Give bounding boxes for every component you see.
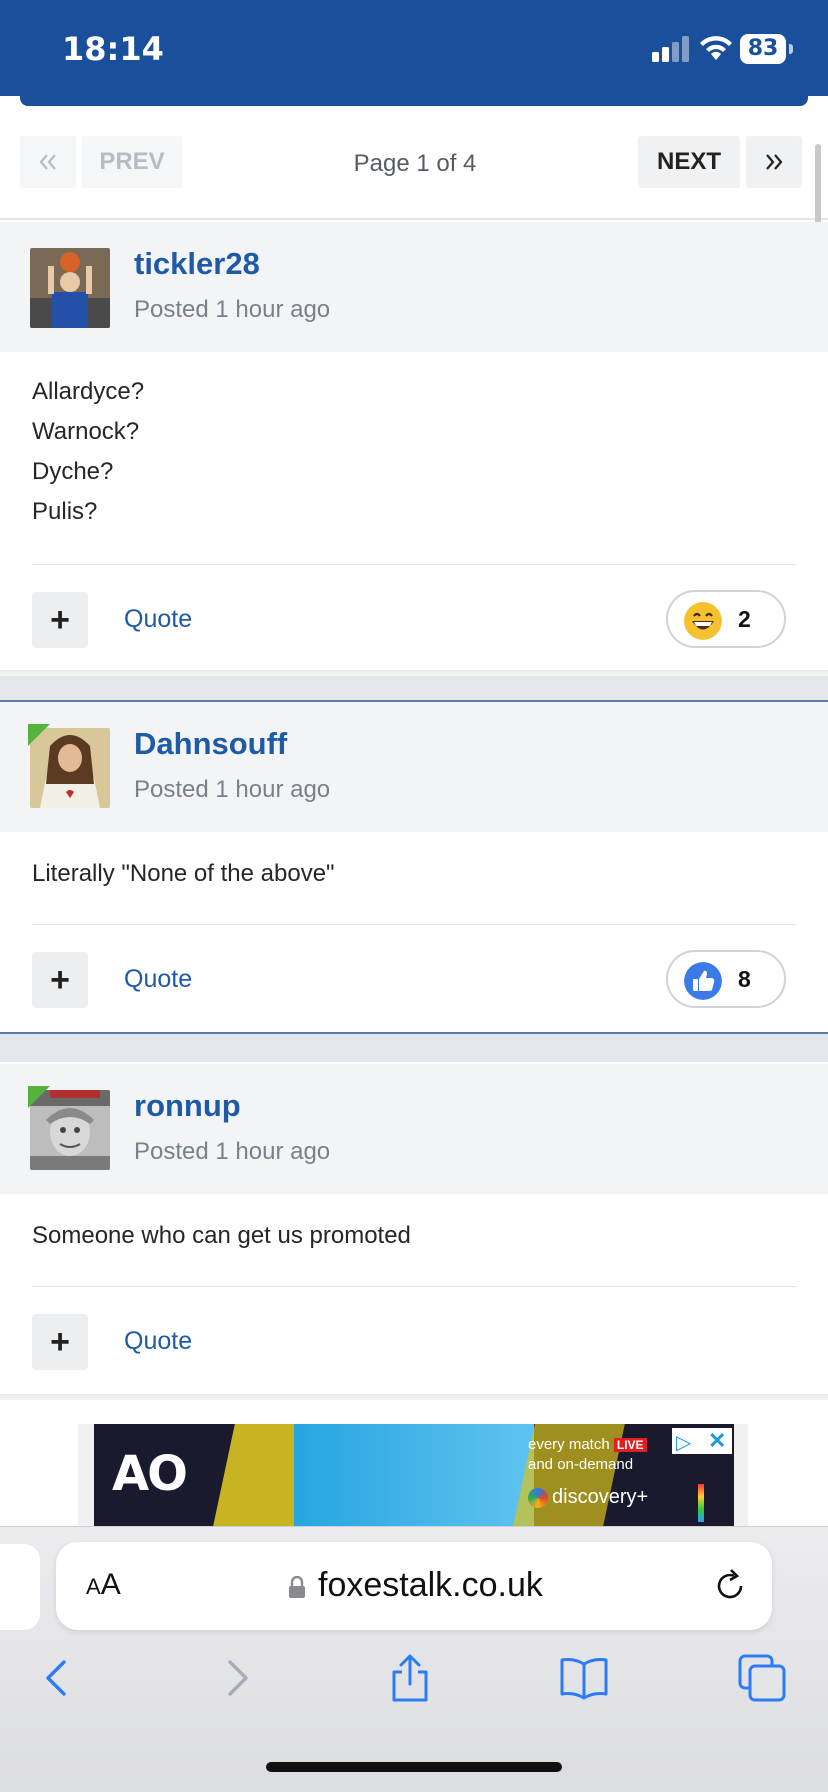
post: tickler28 Posted 1 hour ago Allardyce? W…	[0, 222, 828, 676]
status-bar: 18:14 83	[0, 0, 828, 96]
wifi-icon	[700, 36, 732, 60]
address-bar[interactable]: AA foxestalk.co.uk	[56, 1542, 772, 1630]
ad-image	[294, 1424, 534, 1526]
post: Dahnsouff Posted 1 hour ago Literally "N…	[0, 702, 828, 1032]
plus-icon: +	[50, 960, 70, 999]
post-divider	[32, 564, 796, 565]
ad-line1: every match	[528, 1436, 610, 1453]
avatar[interactable]	[30, 1090, 110, 1170]
post-timestamp: Posted 1 hour ago	[134, 296, 331, 323]
url-text[interactable]: foxestalk.co.uk	[318, 1566, 543, 1605]
post-content: Allardyce? Warnock? Dyche? Pulis?	[32, 372, 144, 532]
quote-link[interactable]: Quote	[124, 605, 192, 634]
reaction-count: 2	[738, 606, 751, 632]
post-line: Someone who can get us promoted	[32, 1222, 411, 1249]
battery-icon: 83	[740, 34, 796, 64]
ad-text-2: and on-demand	[528, 1456, 634, 1473]
last-page-button[interactable]	[746, 136, 802, 188]
adchoices-icon[interactable]: ▷	[676, 1430, 691, 1455]
post-gap	[0, 1034, 828, 1062]
ad-network: discovery+	[552, 1486, 649, 1508]
battery-level: 83	[747, 36, 779, 61]
post-line: Warnock?	[32, 418, 140, 445]
multiquote-button[interactable]: +	[32, 952, 88, 1008]
forward-icon[interactable]	[210, 1652, 262, 1704]
quote-link[interactable]: Quote	[124, 1327, 192, 1356]
post-content: Literally "None of the above"	[32, 854, 335, 894]
reload-icon[interactable]	[710, 1566, 750, 1606]
ad-text: every match LIVE	[528, 1436, 647, 1453]
status-time: 18:14	[62, 30, 164, 68]
page-info: Page 1 of 4	[353, 150, 477, 177]
advertisement-banner[interactable]: AO every match LIVE and on-demand discov…	[94, 1424, 734, 1526]
close-ad-icon[interactable]: ✕	[708, 1428, 726, 1454]
back-icon[interactable]	[32, 1652, 84, 1704]
post-timestamp: Posted 1 hour ago	[134, 1138, 331, 1165]
post-content: Someone who can get us promoted	[32, 1216, 411, 1256]
post-gap	[0, 676, 828, 702]
share-icon[interactable]	[384, 1652, 436, 1704]
post-line: Literally "None of the above"	[32, 860, 335, 887]
bookmarks-icon[interactable]	[558, 1652, 610, 1704]
post-header: Dahnsouff Posted 1 hour ago	[0, 702, 828, 832]
reaction-button[interactable]: 8	[666, 950, 786, 1008]
ad-choices[interactable]: ▷ ✕	[672, 1428, 732, 1454]
double-chevron-right-icon	[766, 154, 783, 170]
ad-logo: AO	[112, 1446, 188, 1502]
header-bar-edge	[20, 96, 808, 106]
post-header: tickler28 Posted 1 hour ago	[0, 222, 828, 352]
tabs-icon[interactable]	[736, 1652, 788, 1704]
reaction-button[interactable]: 2	[666, 590, 786, 648]
multiquote-button[interactable]: +	[32, 1314, 88, 1370]
previous-tab-peek[interactable]	[0, 1544, 40, 1630]
prev-page-button[interactable]: PREV	[82, 136, 182, 188]
multiquote-button[interactable]: +	[32, 592, 88, 648]
ad-decoration	[698, 1484, 704, 1522]
first-page-button[interactable]	[20, 136, 76, 188]
post-timestamp: Posted 1 hour ago	[134, 776, 331, 803]
post-line: Dyche?	[32, 458, 114, 485]
post-line: Pulis?	[32, 498, 98, 525]
next-page-button[interactable]: NEXT	[638, 136, 740, 188]
post: ronnup Posted 1 hour ago Someone who can…	[0, 1064, 828, 1400]
pagination: PREV Page 1 of 4 NEXT	[0, 106, 828, 220]
avatar[interactable]	[30, 248, 110, 328]
thumbs-up-icon	[684, 962, 722, 1000]
post-author[interactable]: Dahnsouff	[134, 726, 287, 762]
grin-emoji-icon	[684, 602, 722, 640]
home-indicator[interactable]	[266, 1762, 562, 1772]
reaction-count: 8	[738, 966, 751, 992]
discovery-logo-icon	[528, 1488, 548, 1508]
post-divider	[32, 924, 796, 925]
post-author[interactable]: tickler28	[134, 246, 260, 282]
text-size-button[interactable]: AA	[86, 1568, 121, 1602]
post-shadow	[0, 1394, 828, 1400]
post-author[interactable]: ronnup	[134, 1088, 241, 1124]
post-divider	[32, 1286, 796, 1287]
avatar[interactable]	[30, 728, 110, 808]
plus-icon: +	[50, 600, 70, 639]
post-line: Allardyce?	[32, 378, 145, 405]
cellular-signal-icon	[652, 36, 689, 62]
lock-icon	[289, 1576, 305, 1598]
live-badge: LIVE	[613, 1438, 647, 1452]
quote-link[interactable]: Quote	[124, 965, 192, 994]
double-chevron-left-icon	[39, 154, 56, 170]
plus-icon: +	[50, 1322, 70, 1361]
post-header: ronnup Posted 1 hour ago	[0, 1064, 828, 1194]
